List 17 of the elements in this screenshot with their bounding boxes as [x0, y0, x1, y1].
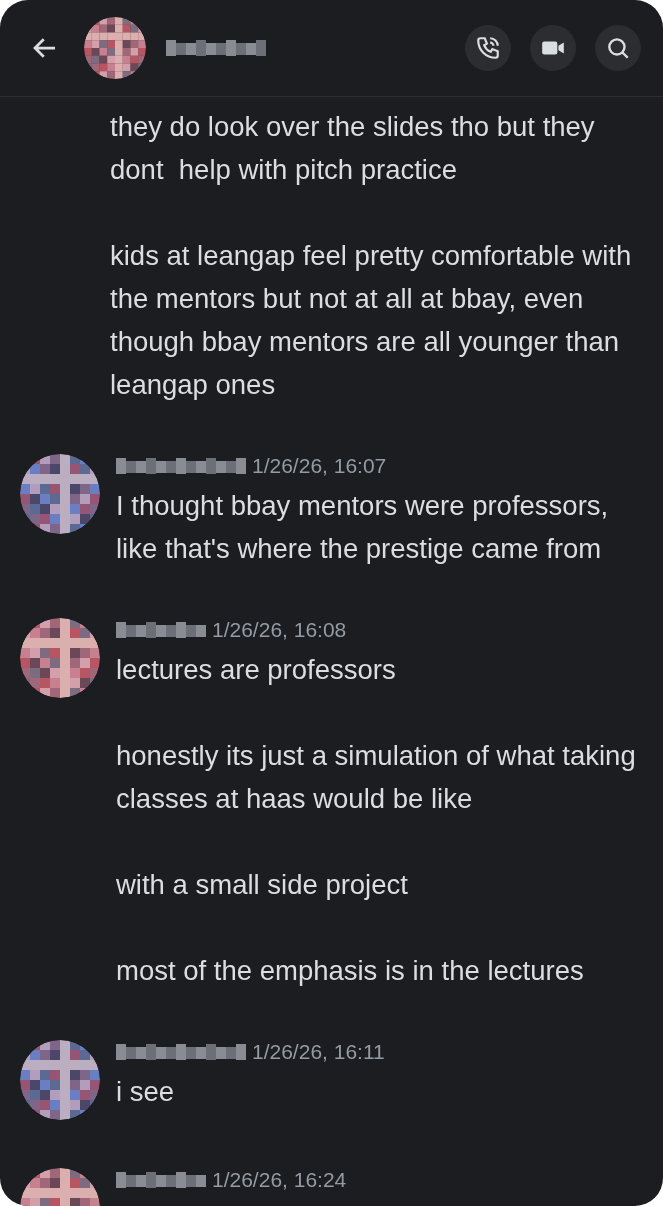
timestamp: 1/26/26, 16:11 — [252, 1039, 385, 1066]
timestamp: 1/26/26, 16:08 — [212, 617, 347, 644]
phone-icon — [475, 35, 501, 61]
message-text: with a small side project — [116, 868, 409, 902]
call-button[interactable] — [465, 25, 511, 71]
message-text: they do look over the slides tho but they dont help with pitch practice — [110, 110, 596, 187]
message-text: I thought bbay mentors were professors, like that's where the prestige came from — [116, 489, 610, 566]
video-button[interactable] — [530, 25, 576, 71]
timestamp: 1/26/26, 16:07 — [252, 453, 387, 480]
search-icon — [605, 35, 631, 61]
message-text: kids at leangap feel pretty comfortable with the mentors but not at all at bbay, even though bbay mentors are all younger than leangap ones — [110, 239, 633, 402]
message-text: most of the emphasis is in the lectures — [116, 954, 585, 988]
message-text: honestly its just a simulation of what taking classes at haas would be like — [116, 739, 637, 816]
message-text: lectures are professors — [116, 653, 397, 687]
message-text: i see — [116, 1075, 176, 1109]
search-button[interactable] — [595, 25, 641, 71]
timestamp: 1/26/26, 16:24 — [212, 1167, 347, 1194]
